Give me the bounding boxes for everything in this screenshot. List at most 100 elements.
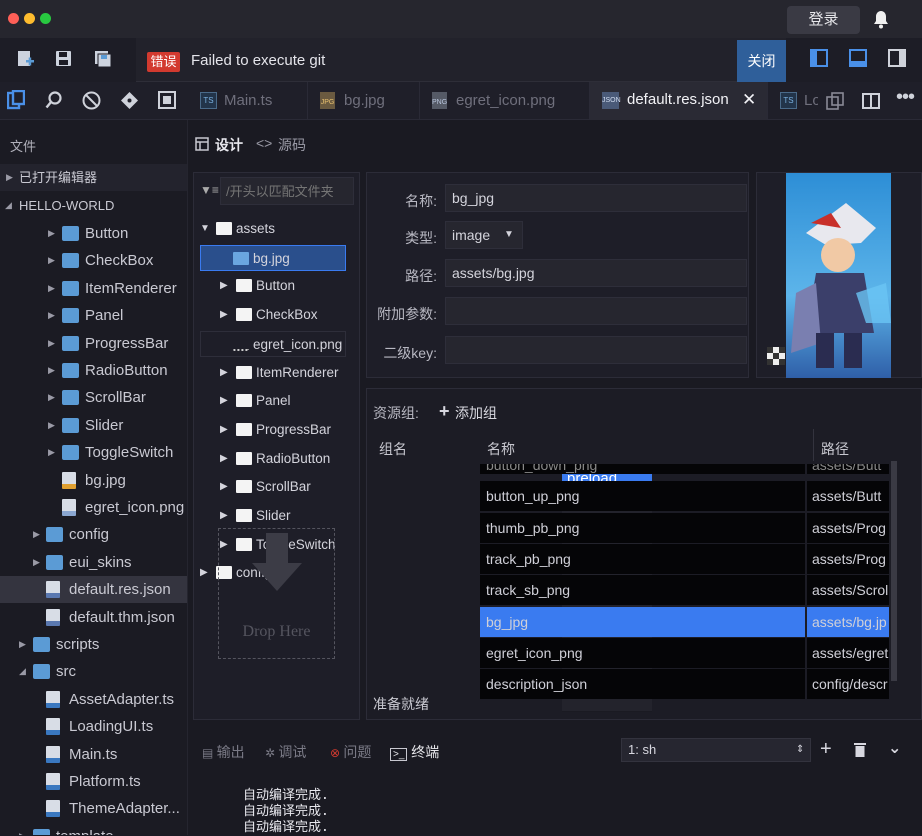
chevron-right-icon[interactable]: ▶: [33, 549, 40, 576]
project-section[interactable]: ◢ HELLO-WORLD: [0, 192, 187, 219]
chevron-right-icon[interactable]: ▶: [220, 446, 228, 472]
sidebar-item[interactable]: ▶ ProgressBar: [0, 330, 187, 357]
chevron-right-icon[interactable]: ▶: [48, 247, 55, 274]
sidebar-item[interactable]: ▶ Slider: [0, 412, 187, 439]
close-tab-icon[interactable]: ✕: [742, 90, 756, 110]
source-mode-button[interactable]: 源码: [278, 135, 306, 155]
resource-row[interactable]: description_json config/descr: [480, 669, 890, 700]
tab-egret-icon-png[interactable]: PNG egret_icon.png: [420, 82, 590, 120]
toggle-panel-icon[interactable]: [849, 49, 867, 67]
resource-tree-item[interactable]: egret_icon.png: [200, 330, 346, 357]
sidebar-item[interactable]: ▶ scripts: [0, 631, 187, 658]
sidebar-item[interactable]: ▶ Button: [0, 220, 187, 247]
more-actions-icon[interactable]: •••: [896, 86, 915, 109]
resource-row[interactable]: track_pb_png assets/Prog: [480, 543, 890, 574]
sidebar-item[interactable]: ▶ ToggleSwitch: [0, 439, 187, 466]
resource-row[interactable]: button_up_png assets/Butt: [480, 481, 890, 512]
chevron-right-icon[interactable]: ▶: [220, 388, 228, 414]
sidebar-item[interactable]: ▶ ItemRenderer: [0, 275, 187, 302]
login-button[interactable]: 登录: [787, 6, 860, 34]
chevron-right-icon[interactable]: ▶: [220, 503, 228, 529]
maximize-window-icon[interactable]: [40, 13, 51, 24]
minimize-window-icon[interactable]: [24, 13, 35, 24]
close-notification-button[interactable]: 关闭: [737, 40, 786, 82]
resource-tree-item[interactable]: ▶ CheckBox: [194, 302, 359, 328]
chevron-right-icon[interactable]: ▶: [220, 417, 228, 443]
resource-tree-item[interactable]: ▶ ProgressBar: [194, 417, 359, 443]
resource-row[interactable]: track_sb_png assets/Scrol: [480, 575, 890, 606]
drop-zone[interactable]: Drop Here: [218, 528, 335, 659]
new-terminal-icon[interactable]: +: [820, 738, 832, 761]
resource-row[interactable]: button_down_png assets/Butt: [480, 464, 890, 474]
chevron-right-icon[interactable]: ▶: [220, 302, 228, 328]
resource-row[interactable]: bg_jpg assets/bg.jp: [480, 606, 890, 637]
filter-input[interactable]: [220, 177, 354, 205]
split-editor-icon[interactable]: [862, 92, 880, 110]
chevron-down-icon[interactable]: ▼: [200, 216, 210, 242]
path-field[interactable]: assets/bg.jpg: [445, 259, 747, 287]
sidebar-item[interactable]: ▶ config: [0, 521, 187, 548]
chevron-right-icon[interactable]: ▶: [48, 302, 55, 329]
sidebar-item[interactable]: ▶ Panel: [0, 302, 187, 329]
save-all-icon[interactable]: [94, 50, 111, 67]
resource-tree-item[interactable]: bg.jpg: [200, 244, 346, 271]
design-mode-button[interactable]: 设计: [215, 135, 243, 155]
open-editors-section[interactable]: ▶ 已打开编辑器: [0, 164, 187, 191]
terminal-select[interactable]: 1: sh ⇕: [621, 738, 811, 762]
chevron-down-icon[interactable]: ◢: [19, 658, 26, 685]
sidebar-item[interactable]: ▶ eui_skins: [0, 549, 187, 576]
sidebar-item[interactable]: default.res.json: [0, 576, 187, 604]
chevron-right-icon[interactable]: ▶: [19, 631, 26, 658]
extensions-icon[interactable]: [158, 91, 176, 109]
bell-icon[interactable]: [872, 10, 890, 29]
tab-default-res-json[interactable]: JSON default.res.json ✕: [590, 82, 768, 120]
chevron-right-icon[interactable]: ▶: [48, 275, 55, 302]
tab-loadingui-ts[interactable]: TS Lo: [768, 82, 818, 120]
tab-main-ts[interactable]: TS Main.ts: [188, 82, 308, 120]
add-group-button[interactable]: 添加组: [455, 403, 497, 423]
chevron-right-icon[interactable]: ▶: [200, 560, 208, 586]
tab-output[interactable]: ▤ 输出: [202, 742, 245, 762]
sidebar-item[interactable]: Main.ts: [0, 741, 187, 768]
resource-tree-item[interactable]: ▶ ScrollBar: [194, 474, 359, 500]
resource-tree-item[interactable]: ▶ Button: [194, 273, 359, 299]
chevron-right-icon[interactable]: ▶: [48, 330, 55, 357]
name-field[interactable]: bg_jpg: [445, 184, 747, 212]
chevron-right-icon[interactable]: ▶: [48, 412, 55, 439]
toggle-right-panel-icon[interactable]: [888, 49, 906, 67]
sidebar-item[interactable]: Platform.ts: [0, 768, 187, 795]
explorer-icon[interactable]: [7, 90, 25, 110]
close-window-icon[interactable]: [8, 13, 19, 24]
search-icon[interactable]: [45, 91, 63, 109]
resource-row[interactable]: egret_icon_png assets/egret: [480, 637, 890, 668]
chevron-right-icon[interactable]: ▶: [220, 273, 228, 299]
sidebar-item[interactable]: egret_icon.png: [0, 494, 187, 521]
sidebar-item[interactable]: AssetAdapter.ts: [0, 686, 187, 713]
new-file-icon[interactable]: [16, 50, 34, 68]
tab-problems[interactable]: ⊗ 问题: [330, 742, 371, 762]
save-icon[interactable]: [55, 50, 72, 67]
sub-key-field[interactable]: [445, 336, 747, 364]
tab-terminal[interactable]: >_ 终端: [390, 742, 439, 762]
resource-tree-item[interactable]: ▶ ItemRenderer: [194, 360, 359, 386]
resource-tree-item[interactable]: ▶ Panel: [194, 388, 359, 414]
sidebar-item[interactable]: ▶ RadioButton: [0, 357, 187, 384]
chevron-right-icon[interactable]: ▶: [48, 439, 55, 466]
chevron-right-icon[interactable]: ▶: [48, 357, 55, 384]
sidebar-item[interactable]: bg.jpg: [0, 467, 187, 494]
toggle-sidebar-icon[interactable]: [810, 49, 828, 67]
sidebar-item[interactable]: ▶ ScrollBar: [0, 384, 187, 411]
chevron-right-icon[interactable]: ▶: [220, 360, 228, 386]
chevron-right-icon[interactable]: ▶: [48, 384, 55, 411]
resource-tree-item[interactable]: ▶ RadioButton: [194, 446, 359, 472]
sidebar-item[interactable]: ◢ src: [0, 658, 187, 685]
chevron-right-icon[interactable]: ▶: [48, 220, 55, 247]
chevron-down-icon[interactable]: ⌄: [888, 738, 901, 758]
sidebar-item[interactable]: default.thm.json: [0, 604, 187, 631]
tab-debug[interactable]: ✲ 调试: [265, 742, 306, 762]
resource-tree-item[interactable]: ▼ assets: [194, 216, 359, 242]
resource-tree-item[interactable]: ▶ Slider: [194, 503, 359, 529]
debug-icon[interactable]: [82, 91, 101, 110]
open-changes-icon[interactable]: [826, 92, 844, 110]
chevron-right-icon[interactable]: ▶: [19, 823, 26, 835]
